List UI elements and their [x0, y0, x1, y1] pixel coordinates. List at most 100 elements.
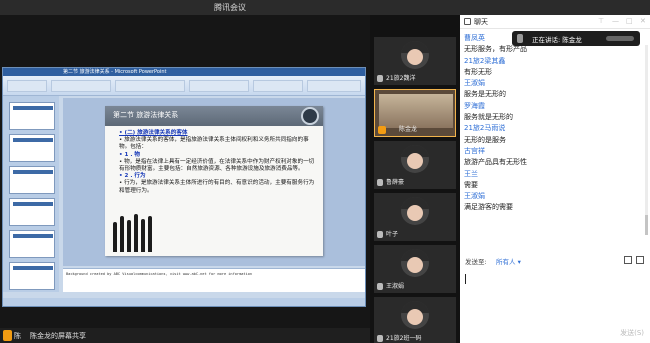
- slide-thumbnail: [9, 166, 55, 194]
- message-text: 有形无形: [464, 67, 492, 76]
- share-bar: 陈 陈金龙的屏幕共享: [0, 328, 370, 343]
- ppt-titlebar: 第二节 旅游法律关系 - Microsoft PowerPoint: [3, 68, 365, 76]
- people-silhouette-image: [111, 210, 159, 252]
- slide-line: • 行为，是旅游法律关系主体所进行的有目的、有意识的活动，主要有服务行为和管理行…: [119, 180, 315, 194]
- message-text: 需要: [464, 180, 478, 189]
- notes-text: Background created by ABC Visualcommunic…: [66, 272, 253, 276]
- slide-line: • 1 . 物: [119, 151, 141, 158]
- slide-thumbnails: [3, 96, 59, 292]
- speaking-indicator: 正在讲话: 陈金龙: [512, 31, 640, 46]
- video-tile[interactable]: 鲁薛豪: [374, 141, 456, 189]
- video-tile[interactable]: 王淑娟: [374, 245, 456, 293]
- sender-name: 王兰: [464, 169, 478, 178]
- participant-name: 叶子: [386, 231, 399, 238]
- slide-decoration-icon: [301, 107, 319, 125]
- minimize-icon[interactable]: —: [612, 17, 619, 25]
- video-tile[interactable]: 21旅2班一码: [374, 297, 456, 343]
- window-title: 腾讯会议: [214, 3, 246, 12]
- slide-thumbnail: [9, 134, 55, 162]
- mic-icon: [377, 75, 383, 82]
- slide-line: • 物，是指在法律上具有一定经济价值，在法律关系中作为财产权利对象的一切有形物质…: [119, 158, 315, 173]
- presenter-avatar: 陈: [14, 332, 21, 340]
- video-tile[interactable]: 叶子: [374, 193, 456, 241]
- ribbon-group: [7, 80, 47, 92]
- chat-title: 聊天: [474, 18, 488, 26]
- sender-name: 21旅2梁其鑫: [464, 56, 506, 65]
- mic-icon[interactable]: [3, 330, 12, 341]
- chat-scrollbar[interactable]: [645, 45, 648, 235]
- ribbon-group: [51, 80, 111, 92]
- slide-thumbnail: [9, 198, 55, 226]
- window-controls: ⊤ — □ ✕: [590, 15, 650, 29]
- participant-name: 王淑娟: [386, 283, 405, 290]
- recipient-select[interactable]: 所有人 ▾: [496, 256, 521, 266]
- participant-name: 21旅2魏洋: [386, 75, 416, 82]
- image-icon[interactable]: [624, 256, 632, 264]
- slide-thumbnail: [9, 262, 55, 290]
- chat-input[interactable]: [464, 269, 644, 335]
- ribbon-group: [307, 80, 361, 92]
- ppt-app-title: 第二节 旅游法律关系 - Microsoft PowerPoint: [63, 69, 167, 75]
- slide-header: 第二节 旅游法律关系: [105, 106, 323, 126]
- slide-canvas: 第二节 旅游法律关系 • (二) 旅游法律关系的客体 • 旅游法律关系的客体，是…: [63, 98, 365, 266]
- file-icon[interactable]: [636, 256, 644, 264]
- mic-icon: [377, 283, 383, 290]
- send-button[interactable]: 发送(S): [620, 328, 644, 338]
- speaking-icon: [378, 126, 386, 134]
- close-icon[interactable]: ✕: [640, 17, 646, 25]
- slide-body: • (二) 旅游法律关系的客体 • 旅游法律关系的客体，是指旅游法律关系主体间权…: [119, 130, 319, 195]
- sender-name: 21旅2马雨说: [464, 124, 506, 133]
- speaking-text: 正在讲话: 陈金龙: [532, 36, 582, 44]
- powerpoint-window: 第二节 旅游法律关系 - Microsoft PowerPoint 第二节 旅游…: [2, 67, 366, 307]
- camera-feed: [379, 94, 453, 128]
- chat-header: 聊天 ⊤ — □ ✕: [460, 15, 650, 29]
- ribbon-group: [115, 80, 185, 92]
- slide: 第二节 旅游法律关系 • (二) 旅游法律关系的客体 • 旅游法律关系的客体，是…: [105, 106, 323, 256]
- mic-icon: [377, 231, 383, 238]
- speaker-notes: Background created by ABC Visualcommunic…: [63, 268, 365, 292]
- pin-icon[interactable]: ⊤: [598, 17, 604, 25]
- video-panel: 21旅2魏洋 陈金龙 鲁薛豪 叶子 王淑娟 21旅2班一码: [370, 15, 460, 343]
- participant-name: 陈金龙: [399, 126, 418, 133]
- chat-icon: [464, 18, 471, 25]
- mic-icon: [377, 335, 383, 342]
- avatar: [401, 197, 429, 225]
- meeting-app: 腾讯会议 第二节 旅游法律关系 - Microsoft PowerPoint 第…: [0, 0, 650, 343]
- avatar: [401, 301, 429, 329]
- slide-heading: 第二节 旅游法律关系: [113, 111, 179, 119]
- ribbon-group: [253, 80, 303, 92]
- title-bar: 腾讯会议: [0, 0, 650, 15]
- slide-line: • 旅游法律关系的客体，是指旅游法律关系主体间权利和义务所共同指向的事物。包括：: [119, 137, 309, 151]
- message-text: 服务就是无形的: [464, 113, 513, 122]
- message-text: 旅游产品具有无形性: [464, 158, 527, 167]
- ribbon-group: [189, 80, 249, 92]
- message-text: 无形的是服务: [464, 135, 506, 144]
- send-to-label: 发送至:: [465, 258, 487, 266]
- text-caret: [465, 274, 466, 284]
- slide-thumbnail: [9, 102, 55, 130]
- avatar: [401, 41, 429, 69]
- mic-icon: [517, 34, 523, 43]
- share-label: 陈金龙的屏幕共享: [30, 332, 86, 340]
- sender-name: 罗海霞: [464, 101, 485, 110]
- screen-share-area[interactable]: 第二节 旅游法律关系 - Microsoft PowerPoint 第二节 旅游…: [0, 15, 370, 343]
- message-list: 曹凤英 无形服务，有形产品 21旅2梁其鑫 有形无形 王淑娟 服务是无形的 罗海…: [464, 33, 644, 251]
- volume-level-icon: [606, 36, 634, 41]
- message-text: 服务是无形的: [464, 90, 506, 99]
- chat-panel: 聊天 ⊤ — □ ✕ 曹凤英 无形服务，有形产品 21旅2梁其鑫 有形无形 王淑…: [460, 15, 650, 343]
- slide-thumbnail: [9, 230, 55, 258]
- video-tile-active[interactable]: 陈金龙: [374, 89, 456, 137]
- mic-icon: [377, 179, 383, 186]
- video-tile[interactable]: 21旅2魏洋: [374, 37, 456, 85]
- send-target-bar: 发送至: 所有人 ▾: [460, 255, 650, 267]
- ppt-status-bar: [3, 298, 365, 306]
- sender-name: 王淑娟: [464, 79, 485, 88]
- maximize-icon[interactable]: □: [626, 17, 633, 25]
- avatar: [401, 145, 429, 173]
- sender-name: 王淑娟: [464, 192, 485, 201]
- ppt-ribbon: [3, 76, 365, 96]
- participant-name: 21旅2班一码: [386, 335, 422, 342]
- sender-name: 古宫祥: [464, 146, 485, 155]
- message-text: 满足游客的需要: [464, 203, 513, 212]
- avatar: [401, 249, 429, 277]
